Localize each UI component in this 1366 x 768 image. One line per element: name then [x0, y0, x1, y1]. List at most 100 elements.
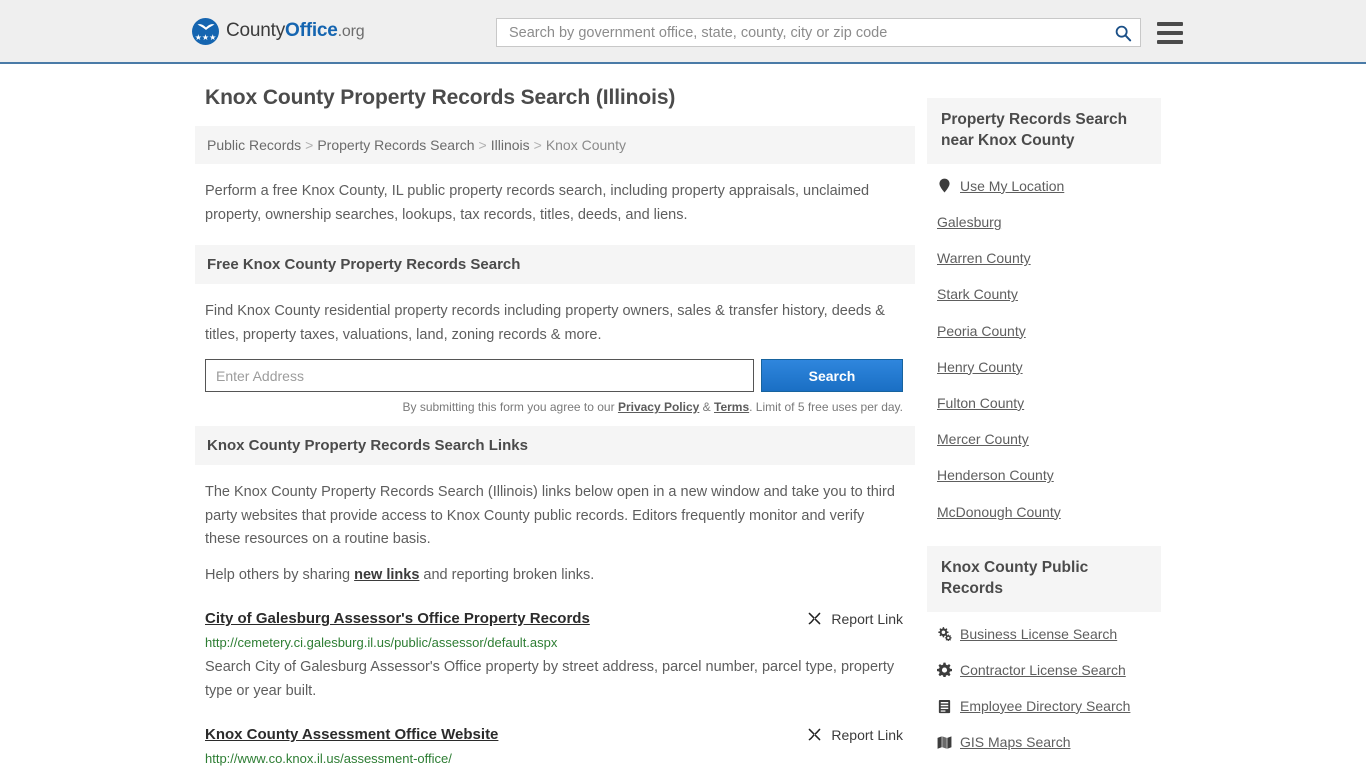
result-description: Search City of Galesburg Assessor's Offi…	[205, 659, 895, 699]
sidebar-link-label[interactable]: Stark County	[937, 285, 1018, 303]
result-title-link[interactable]: City of Galesburg Assessor's Office Prop…	[205, 609, 590, 629]
map-pin-icon	[939, 179, 950, 193]
list-icon	[938, 699, 951, 713]
sidebar-link-label[interactable]: Henry County	[937, 358, 1023, 376]
eagle-wing-shape	[197, 23, 214, 30]
gear-icon	[937, 662, 952, 678]
links-section-help: Help others by sharing new links and rep…	[205, 564, 903, 587]
sidebar-item-gis-maps-search[interactable]: GIS Maps Search	[927, 724, 1161, 760]
public-records-section-heading: Knox County Public Records	[927, 545, 1161, 612]
terms-link[interactable]: Terms	[714, 400, 749, 414]
breadcrumb: Public Records > Property Records Search > I…	[195, 126, 915, 165]
sidebar-link-label[interactable]: McDonough County	[937, 503, 1061, 521]
search-icon[interactable]	[1114, 24, 1132, 42]
new-links-link[interactable]: new links	[354, 567, 419, 583]
disclaimer-amp: &	[699, 400, 714, 415]
hamburger-bar-3	[1157, 39, 1183, 44]
links-section-paragraph: The Knox County Property Records Search …	[205, 484, 895, 548]
eagle-seal-icon: ★★★	[192, 17, 219, 45]
unlink-icon	[809, 729, 821, 741]
address-search-form: Search	[205, 359, 903, 393]
cogs-icon	[938, 627, 952, 642]
sidebar-link-label[interactable]: GIS Maps Search	[960, 733, 1071, 751]
global-search-box[interactable]	[496, 18, 1141, 47]
hamburger-bar-1	[1157, 21, 1183, 26]
privacy-policy-link[interactable]: Privacy Policy	[618, 400, 699, 414]
site-header: ★★★ CountyOffice.org	[0, 0, 1366, 64]
sidebar-item-employee-directory-search[interactable]: Employee Directory Search	[927, 688, 1161, 724]
result-url: http://cemetery.ci.galesburg.il.us/publi…	[205, 634, 558, 650]
free-search-body: Find Knox County residential property re…	[195, 284, 915, 347]
hamburger-menu-icon[interactable]	[1157, 21, 1183, 44]
content-wrapper: Knox County Property Records Search (Ill…	[195, 86, 1171, 768]
sidebar-link-label[interactable]: Fulton County	[937, 394, 1024, 412]
global-search-input[interactable]	[507, 19, 1114, 46]
disclaimer-prefix: By submitting this form you agree to our	[402, 400, 618, 415]
logo-text-office: Office	[285, 20, 338, 41]
sidebar-link-label[interactable]: Employee Directory Search	[960, 697, 1130, 715]
breadcrumb-separator-1: >	[478, 137, 487, 153]
sidebar-item-fulton-county[interactable]: Fulton County	[927, 385, 1161, 421]
sidebar-link-label[interactable]: Warren County	[937, 249, 1031, 267]
form-disclaimer: By submitting this form you agree to our…	[195, 392, 915, 414]
result-url: http://www.co.knox.il.us/assessment-offi…	[205, 750, 452, 766]
sidebar-item-contractor-license-search[interactable]: Contractor License Search	[927, 652, 1161, 688]
sidebar-link-label[interactable]: Galesburg	[937, 213, 1002, 231]
breadcrumb-item-1[interactable]: Property Records Search	[317, 137, 474, 153]
links-section-body: The Knox County Property Records Search …	[195, 465, 915, 587]
links-section-heading: Knox County Property Records Search Link…	[195, 426, 915, 466]
breadcrumb-item-3: Knox County	[545, 137, 626, 153]
hamburger-bar-2	[1157, 30, 1183, 35]
sidebar-item-stark-county[interactable]: Stark County	[927, 276, 1161, 312]
nearby-list: Use My Location Galesburg Warren County …	[927, 164, 1161, 530]
report-link-button[interactable]: Report Link	[806, 725, 903, 743]
nearby-section-heading: Property Records Search near Knox County	[927, 98, 1161, 164]
report-link-button[interactable]: Report Link	[806, 609, 903, 627]
sidebar-link-label[interactable]: Use My Location	[960, 177, 1064, 195]
sidebar-item-henderson-county[interactable]: Henderson County	[927, 457, 1161, 493]
sidebar-item-mcdonough-county[interactable]: McDonough County	[927, 494, 1161, 530]
page-intro-text: Perform a free Knox County, IL public pr…	[205, 183, 870, 223]
sidebar: Property Records Search near Knox County…	[927, 86, 1161, 760]
result-header: City of Galesburg Assessor's Office Prop…	[205, 609, 903, 629]
logo-text-org: .org	[337, 23, 365, 40]
sidebar-link-label[interactable]: Contractor License Search	[960, 661, 1126, 679]
sidebar-item-peoria-county[interactable]: Peoria County	[927, 313, 1161, 349]
sidebar-item-mercer-county[interactable]: Mercer County	[927, 421, 1161, 457]
unlink-icon	[809, 612, 821, 625]
sidebar-item-business-license-search[interactable]: Business License Search	[927, 616, 1161, 652]
page-title: Knox County Property Records Search (Ill…	[205, 86, 676, 109]
header-search-area	[496, 18, 1183, 47]
disclaimer-suffix: . Limit of 5 free uses per day.	[749, 400, 903, 415]
sidebar-link-label[interactable]: Henderson County	[937, 466, 1054, 484]
sidebar-item-henry-county[interactable]: Henry County	[927, 349, 1161, 385]
public-records-list: Business License Search Contractor Licen…	[927, 612, 1161, 761]
breadcrumb-item-0[interactable]: Public Records	[207, 137, 301, 153]
result-title-link[interactable]: Knox County Assessment Office Website	[205, 725, 498, 745]
page-body: Knox County Property Records Search (Ill…	[0, 64, 1366, 768]
sidebar-link-label[interactable]: Business License Search	[960, 625, 1117, 643]
address-input[interactable]	[205, 359, 754, 393]
report-link-label: Report Link	[831, 610, 903, 627]
logo-wordmark: CountyOffice.org	[226, 20, 365, 42]
help-prefix: Help others by sharing	[205, 566, 355, 583]
result-header: Knox County Assessment Office Website Re…	[205, 725, 903, 745]
result-item: City of Galesburg Assessor's Office Prop…	[195, 609, 915, 703]
site-logo[interactable]: ★★★ CountyOffice.org	[192, 17, 365, 45]
help-suffix: and reporting broken links.	[419, 566, 595, 583]
search-button[interactable]: Search	[761, 359, 903, 393]
sidebar-link-label[interactable]: Peoria County	[937, 322, 1026, 340]
breadcrumb-separator-2: >	[533, 137, 542, 153]
sidebar-item-galesburg[interactable]: Galesburg	[927, 204, 1161, 240]
map-icon	[937, 736, 952, 749]
sidebar-item-warren-county[interactable]: Warren County	[927, 240, 1161, 276]
free-search-description: Find Knox County residential property re…	[205, 303, 885, 343]
logo-stars: ★★★	[194, 32, 217, 42]
free-search-heading: Free Knox County Property Records Search	[195, 245, 915, 285]
sidebar-link-label[interactable]: Mercer County	[937, 430, 1029, 448]
result-item: Knox County Assessment Office Website Re…	[195, 725, 915, 768]
breadcrumb-item-2[interactable]: Illinois	[491, 137, 530, 153]
logo-text-county: County	[226, 20, 286, 41]
sidebar-item-use-my-location[interactable]: Use My Location	[927, 168, 1161, 204]
main-column: Knox County Property Records Search (Ill…	[195, 86, 915, 768]
